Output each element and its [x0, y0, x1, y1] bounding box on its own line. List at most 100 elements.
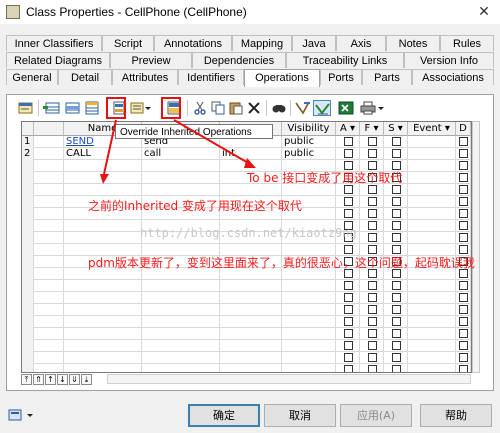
- move-page-down-icon[interactable]: ⇓: [69, 374, 80, 385]
- checkbox[interactable]: [459, 221, 468, 230]
- checkbox-abstract[interactable]: [336, 328, 360, 340]
- tab-operations[interactable]: Operations: [244, 69, 320, 87]
- row-marker[interactable]: [34, 352, 64, 364]
- col-header-final[interactable]: F ▾: [360, 122, 384, 136]
- row-marker[interactable]: [34, 268, 64, 280]
- cell-code[interactable]: [142, 316, 220, 328]
- tab-notes[interactable]: Notes: [386, 35, 440, 51]
- row-marker[interactable]: [34, 184, 64, 196]
- cell-visibility[interactable]: public: [282, 136, 336, 148]
- checkbox-abstract[interactable]: [336, 280, 360, 292]
- row-marker[interactable]: [34, 232, 64, 244]
- checkbox-d[interactable]: [456, 280, 471, 292]
- object-menu-icon[interactable]: [8, 407, 36, 423]
- checkbox-static[interactable]: [384, 232, 408, 244]
- add-row-icon[interactable]: [43, 100, 61, 116]
- cell-event[interactable]: [408, 220, 456, 232]
- cell-code[interactable]: [142, 160, 220, 172]
- checkbox[interactable]: [368, 137, 377, 146]
- checkbox[interactable]: [368, 341, 377, 350]
- checkbox[interactable]: [368, 209, 377, 218]
- checkbox-static[interactable]: [384, 304, 408, 316]
- row-marker[interactable]: [34, 220, 64, 232]
- checkbox[interactable]: [459, 173, 468, 182]
- cell-name[interactable]: [64, 328, 142, 340]
- tab-dependencies[interactable]: Dependencies: [192, 52, 286, 68]
- tab-attributes[interactable]: Attributes: [112, 69, 178, 85]
- checkbox[interactable]: [344, 137, 353, 146]
- checkbox-final[interactable]: [360, 208, 384, 220]
- row-marker[interactable]: [34, 328, 64, 340]
- checkbox-static[interactable]: [384, 328, 408, 340]
- checkbox[interactable]: [368, 245, 377, 254]
- checkbox-abstract[interactable]: [336, 148, 360, 160]
- cell-visibility[interactable]: [282, 316, 336, 328]
- checkbox-final[interactable]: [360, 340, 384, 352]
- tab-script[interactable]: Script: [102, 35, 154, 51]
- tab-related-diagrams[interactable]: Related Diagrams: [6, 52, 110, 68]
- customize-columns-icon[interactable]: [313, 100, 331, 116]
- cell-visibility[interactable]: public: [282, 148, 336, 160]
- cell-event[interactable]: [408, 304, 456, 316]
- row-marker[interactable]: [34, 136, 64, 148]
- checkbox-d[interactable]: [456, 220, 471, 232]
- table-row[interactable]: [22, 352, 471, 364]
- checkbox[interactable]: [459, 245, 468, 254]
- checkbox-abstract[interactable]: [336, 364, 360, 372]
- cell-visibility[interactable]: [282, 292, 336, 304]
- checkbox-abstract[interactable]: [336, 316, 360, 328]
- cell-event[interactable]: [408, 136, 456, 148]
- tab-rules[interactable]: Rules: [440, 35, 494, 51]
- cancel-button[interactable]: 取消: [264, 404, 336, 427]
- col-header-static[interactable]: S ▾: [384, 122, 408, 136]
- checkbox[interactable]: [392, 305, 401, 314]
- checkbox[interactable]: [392, 149, 401, 158]
- checkbox[interactable]: [459, 365, 468, 372]
- checkbox[interactable]: [344, 281, 353, 290]
- checkbox-d[interactable]: [456, 172, 471, 184]
- checkbox-abstract[interactable]: [336, 352, 360, 364]
- properties-icon[interactable]: [17, 100, 35, 116]
- checkbox[interactable]: [368, 365, 377, 372]
- checkbox[interactable]: [344, 329, 353, 338]
- row-marker[interactable]: [34, 172, 64, 184]
- cell-name[interactable]: [64, 184, 142, 196]
- cell-return-type[interactable]: int: [220, 148, 282, 160]
- cell-visibility[interactable]: [282, 280, 336, 292]
- checkbox-d[interactable]: [456, 304, 471, 316]
- cell-name[interactable]: [64, 340, 142, 352]
- checkbox-d[interactable]: [456, 136, 471, 148]
- cell-event[interactable]: [408, 148, 456, 160]
- checkbox[interactable]: [368, 185, 377, 194]
- row-marker[interactable]: [34, 280, 64, 292]
- checkbox-final[interactable]: [360, 220, 384, 232]
- table-row[interactable]: [22, 292, 471, 304]
- tab-version-info[interactable]: Version Info: [404, 52, 494, 68]
- cell-name[interactable]: [64, 172, 142, 184]
- checkbox-d[interactable]: [456, 184, 471, 196]
- table-row[interactable]: [22, 304, 471, 316]
- checkbox-final[interactable]: [360, 136, 384, 148]
- cell-visibility[interactable]: [282, 352, 336, 364]
- add-rows-icon[interactable]: [83, 100, 101, 116]
- checkbox[interactable]: [459, 317, 468, 326]
- cell-return-type[interactable]: [220, 328, 282, 340]
- filter-icon[interactable]: [294, 100, 312, 116]
- paste-icon[interactable]: [227, 100, 245, 116]
- checkbox-final[interactable]: [360, 352, 384, 364]
- copy-icon[interactable]: [209, 100, 227, 116]
- checkbox-final[interactable]: [360, 316, 384, 328]
- row-marker[interactable]: [34, 340, 64, 352]
- cell-event[interactable]: [408, 232, 456, 244]
- row-marker[interactable]: [34, 208, 64, 220]
- cell-event[interactable]: [408, 280, 456, 292]
- checkbox[interactable]: [392, 137, 401, 146]
- tab-annotations[interactable]: Annotations: [154, 35, 232, 51]
- checkbox-static[interactable]: [384, 280, 408, 292]
- checkbox[interactable]: [344, 317, 353, 326]
- tab-preview[interactable]: Preview: [110, 52, 192, 68]
- checkbox[interactable]: [392, 233, 401, 242]
- tab-inner-classifiers[interactable]: Inner Classifiers: [6, 35, 102, 51]
- checkbox[interactable]: [459, 185, 468, 194]
- checkbox[interactable]: [392, 281, 401, 290]
